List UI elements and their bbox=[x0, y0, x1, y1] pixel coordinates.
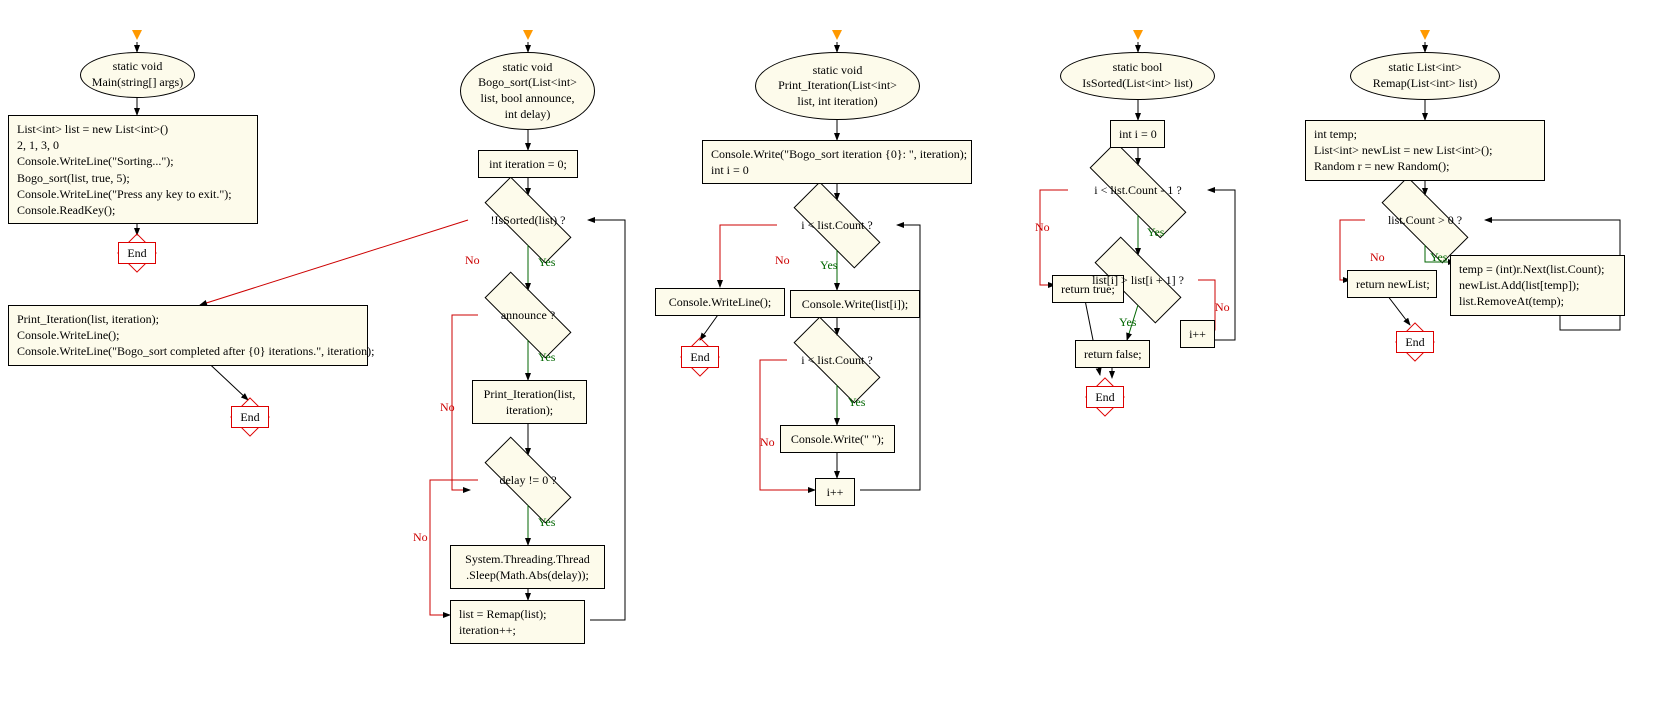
bogo-rect3-text: System.Threading.Thread.Sleep(Math.Abs(d… bbox=[465, 552, 590, 582]
start-arrow-3 bbox=[832, 30, 842, 40]
print-rect3-text: i++ bbox=[827, 485, 844, 499]
bogo-rect1-text: int iteration = 0; bbox=[489, 157, 567, 171]
no-label-6: No bbox=[1035, 220, 1050, 235]
yes-label-8: Yes bbox=[1430, 250, 1447, 265]
start-arrow-4 bbox=[1133, 30, 1143, 40]
print-rect-yes-text: Console.Write(list[i]); bbox=[802, 297, 909, 311]
remap-rect-yes-text: temp = (int)r.Next(list.Count);newList.A… bbox=[1459, 262, 1604, 308]
bogo-rect-no-text: Print_Iteration(list, iteration);Console… bbox=[17, 312, 374, 358]
sorted-end: End bbox=[1085, 380, 1125, 414]
print-rect2: Console.Write(" "); bbox=[780, 425, 895, 453]
print-rect-no: Console.WriteLine(); bbox=[655, 288, 785, 316]
sorted-rect-no-inner-text: i++ bbox=[1189, 327, 1206, 341]
main-title-ellipse: static voidMain(string[] args) bbox=[80, 52, 195, 98]
remap-title-ellipse: static List<int>Remap(List<int> list) bbox=[1350, 52, 1500, 100]
sorted-cond1: i < list.Count - 1 ? bbox=[1068, 165, 1208, 215]
main-rect1: List<int> list = new List<int>()2, 1, 3,… bbox=[8, 115, 258, 224]
bogo-title: static voidBogo_sort(List<int>list, bool… bbox=[478, 60, 577, 122]
remap-rect-no: return newList; bbox=[1347, 270, 1437, 298]
sorted-rect-no-inner: i++ bbox=[1180, 320, 1215, 348]
remap-end: End bbox=[1395, 325, 1435, 359]
remap-cond1-text: list.Count > 0 ? bbox=[1388, 213, 1462, 228]
main-end-label: End bbox=[118, 242, 156, 264]
start-arrow bbox=[132, 30, 142, 40]
print-title: static voidPrint_Iteration(List<int>list… bbox=[778, 63, 897, 110]
no-label-8: No bbox=[1370, 250, 1385, 265]
bogo-rect4-text: list = Remap(list);iteration++; bbox=[459, 607, 546, 637]
yes-label-5: Yes bbox=[848, 395, 865, 410]
remap-rect1-text: int temp;List<int> newList = new List<in… bbox=[1314, 127, 1493, 173]
bogo-rect4: list = Remap(list);iteration++; bbox=[450, 600, 585, 644]
print-cond1-text: i < list.Count ? bbox=[801, 218, 872, 233]
main-rect1-text: List<int> list = new List<int>()2, 1, 3,… bbox=[17, 122, 232, 217]
no-label: No bbox=[465, 253, 480, 268]
sorted-rect1: int i = 0 bbox=[1110, 120, 1165, 148]
print-end: End bbox=[680, 340, 720, 374]
remap-end-label: End bbox=[1396, 331, 1434, 353]
yes-label-4: Yes bbox=[820, 258, 837, 273]
bogo-rect2: Print_Iteration(list,iteration); bbox=[472, 380, 587, 424]
no-label-4: No bbox=[775, 253, 790, 268]
print-title-ellipse: static voidPrint_Iteration(List<int>list… bbox=[755, 52, 920, 120]
no-label-5: No bbox=[760, 435, 775, 450]
remap-title: static List<int>Remap(List<int> list) bbox=[1373, 60, 1478, 91]
remap-cond1: list.Count > 0 ? bbox=[1365, 195, 1485, 245]
print-cond1: i < list.Count ? bbox=[777, 200, 897, 250]
sorted-title: static boolIsSorted(List<int> list) bbox=[1082, 60, 1193, 91]
yes-label-3: Yes bbox=[538, 515, 555, 530]
start-arrow-5 bbox=[1420, 30, 1430, 40]
sorted-cond1-text: i < list.Count - 1 ? bbox=[1094, 183, 1181, 198]
sorted-end-label: End bbox=[1086, 386, 1124, 408]
bogo-cond2: announce ? bbox=[468, 290, 588, 340]
print-rect-no-text: Console.WriteLine(); bbox=[669, 295, 772, 309]
main-title: static voidMain(string[] args) bbox=[92, 59, 183, 90]
yes-label: Yes bbox=[538, 255, 555, 270]
print-rect1: Console.Write("Bogo_sort iteration {0}: … bbox=[702, 140, 972, 184]
bogo-cond2-text: announce ? bbox=[501, 308, 555, 323]
main-end: End bbox=[117, 236, 157, 270]
print-end-label: End bbox=[681, 346, 719, 368]
bogo-title-ellipse: static voidBogo_sort(List<int>list, bool… bbox=[460, 52, 595, 130]
sorted-cond2-text: list[i] > list[i + 1] ? bbox=[1092, 273, 1184, 288]
yes-label-2: Yes bbox=[538, 350, 555, 365]
start-arrow-2 bbox=[523, 30, 533, 40]
yes-label-6: Yes bbox=[1147, 225, 1164, 240]
print-rect2-text: Console.Write(" "); bbox=[791, 432, 884, 446]
bogo-rect3: System.Threading.Thread.Sleep(Math.Abs(d… bbox=[450, 545, 605, 589]
bogo-cond3: delay != 0 ? bbox=[468, 455, 588, 505]
no-label-2: No bbox=[440, 400, 455, 415]
print-cond2-text: i < list.Count ? bbox=[801, 353, 872, 368]
sorted-title-ellipse: static boolIsSorted(List<int> list) bbox=[1060, 52, 1215, 100]
print-cond2: i < list.Count ? bbox=[777, 335, 897, 385]
no-label-7: No bbox=[1215, 300, 1230, 315]
bogo-end: End bbox=[230, 400, 270, 434]
sorted-rect1-text: int i = 0 bbox=[1119, 127, 1157, 141]
bogo-end-label: End bbox=[231, 406, 269, 428]
sorted-rect-yes-text: return false; bbox=[1084, 347, 1142, 361]
bogo-cond1-text: !IsSorted(list) ? bbox=[491, 213, 566, 228]
remap-rect-yes: temp = (int)r.Next(list.Count);newList.A… bbox=[1450, 255, 1625, 316]
no-label-3: No bbox=[413, 530, 428, 545]
bogo-rect1: int iteration = 0; bbox=[478, 150, 578, 178]
remap-rect-no-text: return newList; bbox=[1356, 277, 1430, 291]
print-rect3: i++ bbox=[815, 478, 855, 506]
bogo-rect-no: Print_Iteration(list, iteration);Console… bbox=[8, 305, 368, 366]
bogo-cond1: !IsSorted(list) ? bbox=[468, 195, 588, 245]
bogo-rect2-text: Print_Iteration(list,iteration); bbox=[484, 387, 576, 417]
print-rect-yes: Console.Write(list[i]); bbox=[790, 290, 920, 318]
sorted-rect-yes: return false; bbox=[1075, 340, 1150, 368]
bogo-cond3-text: delay != 0 ? bbox=[499, 473, 556, 488]
print-rect1-text: Console.Write("Bogo_sort iteration {0}: … bbox=[711, 147, 967, 177]
remap-rect1: int temp;List<int> newList = new List<in… bbox=[1305, 120, 1545, 181]
yes-label-7: Yes bbox=[1119, 315, 1136, 330]
